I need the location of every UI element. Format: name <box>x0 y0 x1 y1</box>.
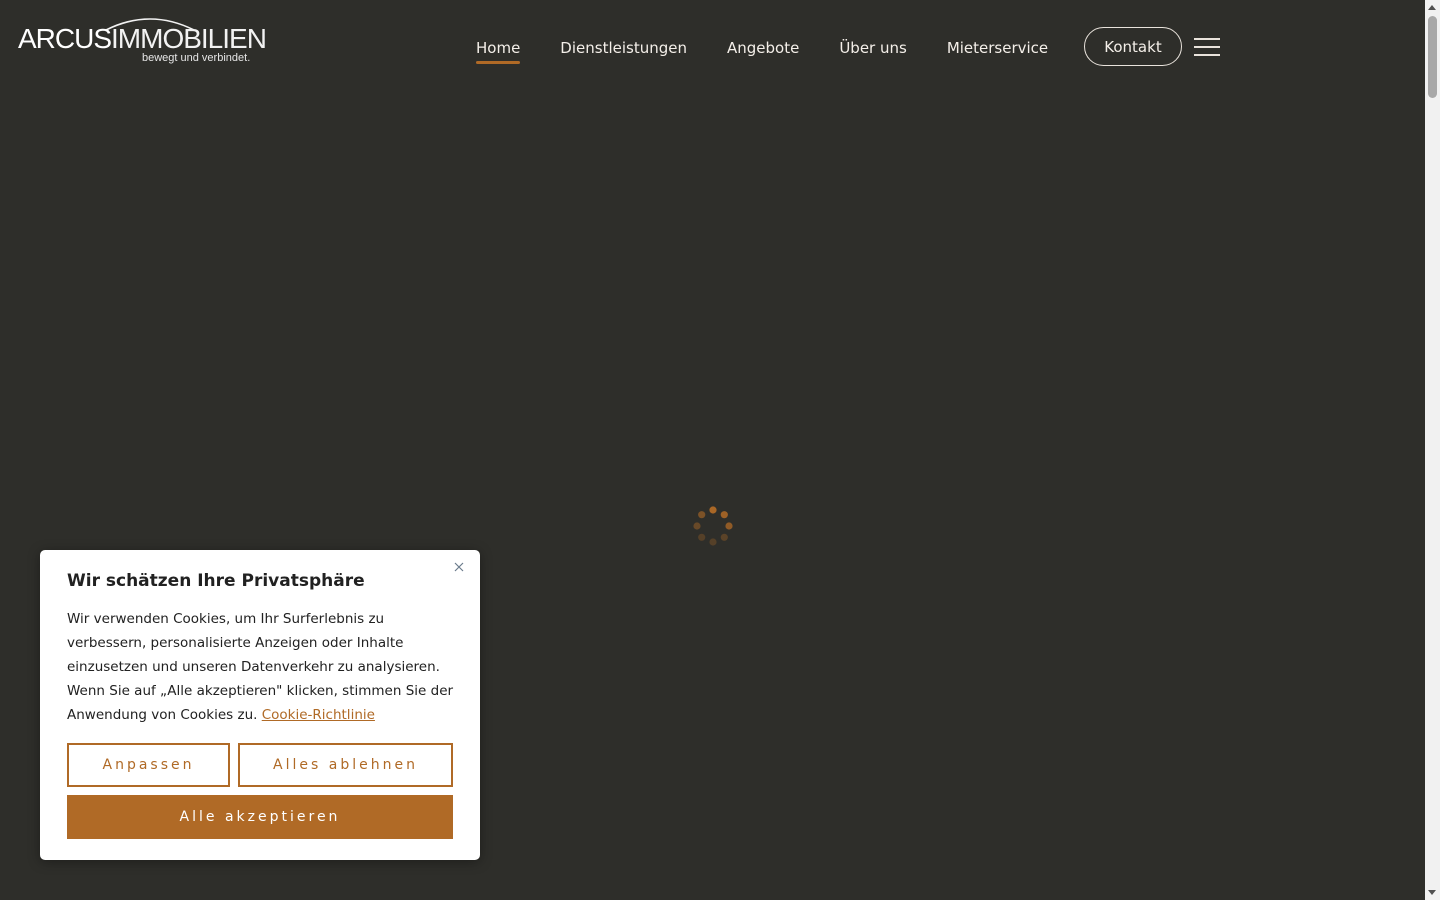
contact-button[interactable]: Kontakt <box>1084 27 1182 66</box>
nav-item-mieterservice[interactable]: Mieterservice <box>947 39 1048 57</box>
cookie-policy-link[interactable]: Cookie-Richtlinie <box>262 707 375 723</box>
site-logo[interactable]: ARCUSIMMOBILIEN bewegt und verbindet. <box>18 14 267 70</box>
logo-tagline: bewegt und verbindet. <box>142 52 251 64</box>
cookie-title: Wir schätzen Ihre Privatsphäre <box>67 571 365 591</box>
nav-item-ueber-uns[interactable]: Über uns <box>839 39 907 57</box>
logo-word-immobilien: IMMOBILIEN <box>111 23 267 54</box>
nav-item-angebote[interactable]: Angebote <box>727 39 799 57</box>
hamburger-icon[interactable] <box>1194 37 1220 57</box>
logo-wordmark: ARCUSIMMOBILIEN <box>18 22 267 56</box>
cookie-body-text: Wir verwenden Cookies, um Ihr Surferlebn… <box>67 611 454 723</box>
accept-all-button[interactable]: Alle akzeptieren <box>67 795 453 839</box>
close-icon[interactable] <box>452 560 466 574</box>
page-scrollbar[interactable] <box>1425 0 1440 900</box>
scroll-up-arrow-icon[interactable] <box>1428 5 1436 10</box>
customize-button[interactable]: Anpassen <box>67 743 230 787</box>
reject-all-button[interactable]: Alles ablehnen <box>238 743 453 787</box>
logo-word-arcus: ARCUS <box>18 23 112 54</box>
nav-item-home[interactable]: Home <box>476 39 521 64</box>
scroll-down-arrow-icon[interactable] <box>1428 890 1436 895</box>
cookie-consent-dialog: Wir schätzen Ihre Privatsphäre Wir verwe… <box>40 550 480 860</box>
page: ARCUSIMMOBILIEN bewegt und verbindet. Ho… <box>0 0 1440 900</box>
nav-item-dienstleistungen[interactable]: Dienstleistungen <box>560 39 687 57</box>
main-nav: Home Dienstleistungen Angebote Über uns … <box>476 36 1088 64</box>
cookie-text: Wir verwenden Cookies, um Ihr Surferlebn… <box>67 607 459 727</box>
scroll-thumb[interactable] <box>1428 16 1437 98</box>
spinner-icon <box>693 506 733 546</box>
